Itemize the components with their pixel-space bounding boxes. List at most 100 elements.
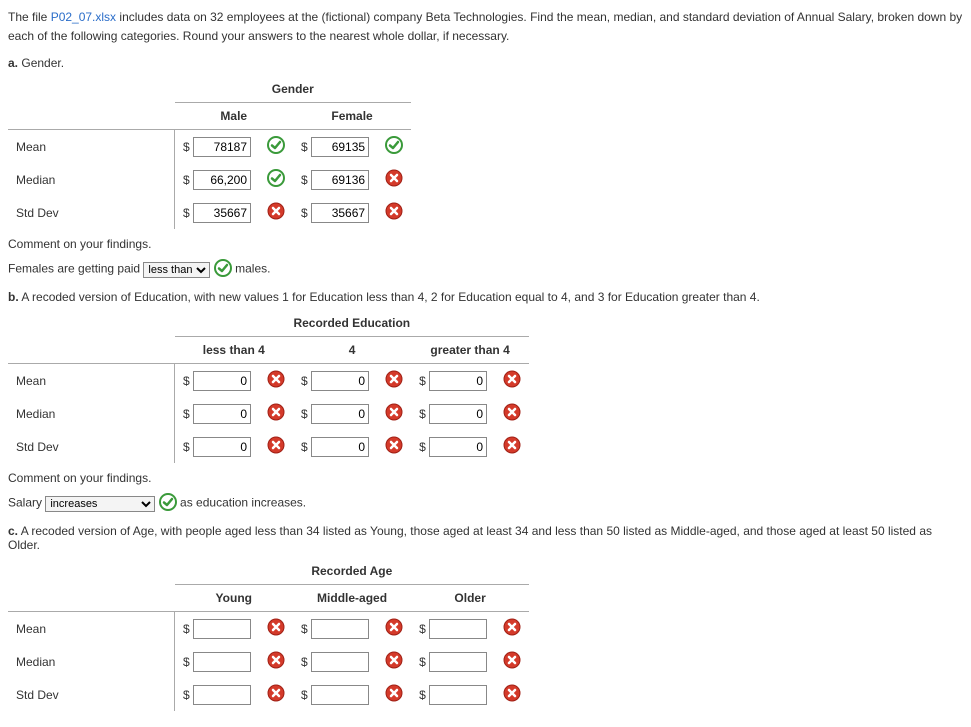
check-icon [267, 169, 285, 187]
file-link[interactable]: P02_07.xlsx [51, 10, 116, 24]
dollar-sign: $ [301, 622, 308, 636]
a-median-female[interactable] [311, 170, 369, 190]
a-median-male[interactable] [193, 170, 251, 190]
cross-icon [385, 403, 403, 421]
dollar-sign: $ [183, 688, 190, 702]
c-median-3[interactable] [429, 652, 487, 672]
dollar-sign: $ [183, 374, 190, 388]
a-sentence-pre: Females are getting paid [8, 262, 143, 276]
cross-icon [267, 370, 285, 388]
cross-icon [267, 403, 285, 421]
dollar-sign: $ [183, 206, 190, 220]
cross-icon [503, 436, 521, 454]
a-std-female[interactable] [311, 203, 369, 223]
c-std-2[interactable] [311, 685, 369, 705]
edu-superhead: Recorded Education [175, 310, 530, 337]
c-mean-1[interactable] [193, 619, 251, 639]
comment-a-label: Comment on your findings. [8, 237, 963, 251]
part-c-label: c. A recoded version of Age, with people… [8, 524, 963, 552]
dollar-sign: $ [301, 440, 308, 454]
b-mean-1[interactable] [193, 371, 251, 391]
part-b-title: A recoded version of Education, with new… [21, 290, 759, 304]
comment-b-sentence: Salary increases as education increases. [8, 493, 963, 514]
comment-b-label: Comment on your findings. [8, 471, 963, 485]
row-mean: Mean [8, 364, 175, 398]
b-std-1[interactable] [193, 437, 251, 457]
b-std-3[interactable] [429, 437, 487, 457]
cross-icon [503, 370, 521, 388]
a-sentence-post: males. [235, 262, 270, 276]
comment-a-sentence: Females are getting paid less than males… [8, 259, 963, 280]
b-median-3[interactable] [429, 404, 487, 424]
b-sentence-pre: Salary [8, 496, 45, 510]
part-b-letter: b. [8, 290, 19, 304]
col-lt4: less than 4 [175, 337, 294, 364]
dollar-sign: $ [301, 140, 308, 154]
cross-icon [503, 684, 521, 702]
dollar-sign: $ [419, 655, 426, 669]
col-young: Young [175, 585, 294, 612]
table-age: Recorded Age Young Middle-aged Older Mea… [8, 558, 529, 711]
dollar-sign: $ [183, 140, 190, 154]
cross-icon [385, 370, 403, 388]
intro-prefix: The file [8, 10, 51, 24]
row-median: Median [8, 397, 175, 430]
a-std-male[interactable] [193, 203, 251, 223]
c-median-2[interactable] [311, 652, 369, 672]
part-a-label: a. Gender. [8, 56, 963, 70]
dollar-sign: $ [301, 655, 308, 669]
b-median-2[interactable] [311, 404, 369, 424]
check-icon [159, 493, 177, 511]
table-education: Recorded Education less than 4 4 greater… [8, 310, 529, 463]
col-male: Male [175, 103, 294, 130]
row-median: Median [8, 163, 175, 196]
cross-icon [385, 169, 403, 187]
a-sentence-select[interactable]: less than [143, 262, 210, 278]
cross-icon [503, 651, 521, 669]
col-older: Older [411, 585, 529, 612]
part-b-label: b. A recoded version of Education, with … [8, 290, 963, 304]
cross-icon [503, 618, 521, 636]
row-stddev: Std Dev [8, 196, 175, 229]
col-gt4: greater than 4 [411, 337, 529, 364]
dollar-sign: $ [419, 622, 426, 636]
b-std-2[interactable] [311, 437, 369, 457]
b-sentence-post: as education increases. [180, 496, 306, 510]
cross-icon [267, 202, 285, 220]
a-sentence-mark [214, 259, 232, 280]
cross-icon [503, 403, 521, 421]
part-a-letter: a. [8, 56, 18, 70]
c-median-1[interactable] [193, 652, 251, 672]
row-mean: Mean [8, 612, 175, 646]
dollar-sign: $ [419, 407, 426, 421]
cross-icon [267, 618, 285, 636]
check-icon [267, 136, 285, 154]
question-intro: The file P02_07.xlsx includes data on 32… [8, 8, 963, 46]
c-std-1[interactable] [193, 685, 251, 705]
cross-icon [267, 684, 285, 702]
a-mean-female[interactable] [311, 137, 369, 157]
b-median-1[interactable] [193, 404, 251, 424]
c-std-3[interactable] [429, 685, 487, 705]
col-female: Female [293, 103, 411, 130]
dollar-sign: $ [419, 688, 426, 702]
b-sentence-select[interactable]: increases [45, 496, 155, 512]
b-mean-3[interactable] [429, 371, 487, 391]
b-mean-2[interactable] [311, 371, 369, 391]
c-mean-3[interactable] [429, 619, 487, 639]
cross-icon [385, 651, 403, 669]
dollar-sign: $ [301, 688, 308, 702]
c-mean-2[interactable] [311, 619, 369, 639]
check-icon [385, 136, 403, 154]
a-mean-male[interactable] [193, 137, 251, 157]
dollar-sign: $ [301, 173, 308, 187]
row-mean: Mean [8, 130, 175, 164]
cross-icon [385, 436, 403, 454]
dollar-sign: $ [301, 206, 308, 220]
cross-icon [267, 436, 285, 454]
row-median: Median [8, 645, 175, 678]
cross-icon [385, 202, 403, 220]
col-eq4: 4 [293, 337, 411, 364]
dollar-sign: $ [419, 374, 426, 388]
dollar-sign: $ [419, 440, 426, 454]
